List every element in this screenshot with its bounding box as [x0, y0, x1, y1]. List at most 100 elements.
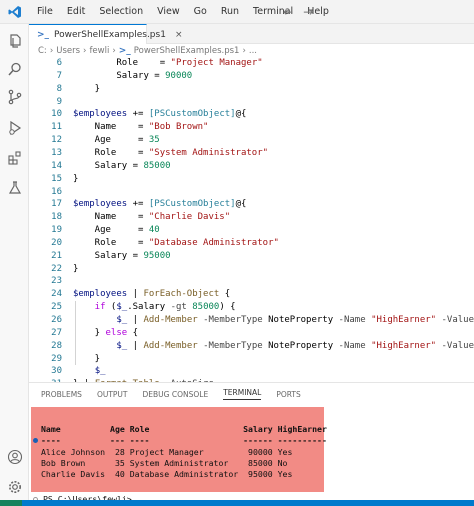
chevron-right-icon: ›: [49, 46, 54, 56]
line-number: 24: [51, 289, 62, 300]
breadcrumb-file[interactable]: PowerShellExamples.ps1: [134, 46, 240, 56]
tab-debug-console[interactable]: DEBUG CONSOLE: [143, 390, 209, 399]
line-number: 6: [56, 58, 62, 68]
menu-view[interactable]: View: [150, 0, 187, 24]
indent-guide: [75, 301, 76, 366]
terminal-table-divider: ---- --- ---- ------ ----------: [41, 435, 327, 445]
code-text: }: [73, 83, 101, 94]
activity-bar: [0, 24, 29, 500]
code-line[interactable]: 22}: [29, 263, 474, 275]
line-number: 16: [51, 186, 62, 197]
account-icon[interactable]: [4, 446, 25, 467]
code-text: $employees += [PSCustomObject]@{: [73, 199, 247, 210]
line-number: 30: [51, 366, 62, 377]
code-line[interactable]: 10 $employees += [PSCustomObject]@{: [29, 108, 474, 120]
terminal-table-header: Name Age Role Salary HighEarner: [41, 424, 327, 434]
code-line[interactable]: 21 Salary = 95000: [29, 250, 474, 262]
terminal-table-row: Bob Brown 35 System Administrator 85000 …: [41, 458, 288, 468]
line-number: 11: [51, 122, 62, 133]
tab-terminal[interactable]: TERMINAL: [223, 388, 262, 400]
extensions-icon[interactable]: [4, 147, 25, 168]
breadcrumb-drive[interactable]: C:: [38, 46, 47, 56]
code-line[interactable]: 26 $_ | Add-Member -MemberType NotePrope…: [29, 314, 474, 326]
source-control-icon[interactable]: [4, 86, 25, 107]
search-icon[interactable]: [4, 58, 25, 79]
line-number: 9: [56, 96, 62, 107]
line-number: 26: [51, 315, 62, 325]
code-line[interactable]: 7 Salary = 90000: [29, 70, 474, 82]
code-line[interactable]: 29 }: [29, 353, 474, 365]
code-line[interactable]: 27 } else {: [29, 327, 474, 339]
code-line[interactable]: 18 Name = "Charlie Davis": [29, 211, 474, 223]
line-number: 8: [56, 83, 62, 94]
code-line[interactable]: 9: [29, 96, 474, 108]
code-text: Name = "Charlie Davis": [73, 212, 231, 223]
code-text: }: [73, 263, 79, 274]
vscode-logo-icon: [0, 0, 30, 24]
code-text: Age = 40: [73, 225, 160, 236]
tab-problems[interactable]: PROBLEMS: [41, 390, 82, 399]
breadcrumb-user[interactable]: fewli: [89, 46, 109, 56]
code-line[interactable]: 17 $employees += [PSCustomObject]@{: [29, 198, 474, 210]
line-number: 17: [51, 199, 62, 210]
bottom-panel: PROBLEMS OUTPUT DEBUG CONSOLE TERMINAL P…: [29, 382, 474, 504]
code-text: if ($_.Salary -gt 85000) {: [73, 302, 236, 313]
menu-run[interactable]: Run: [214, 0, 246, 24]
back-arrow-icon[interactable]: ←: [283, 5, 293, 19]
terminal-table-row: Alice Johnson 28 Project Manager 90000 Y…: [41, 447, 293, 457]
line-number: 25: [51, 302, 62, 313]
breadcrumb-more[interactable]: ...: [249, 46, 257, 56]
line-number: 20: [51, 237, 62, 248]
menu-file[interactable]: File: [30, 0, 60, 24]
code-line[interactable]: 30 $_: [29, 365, 474, 377]
tab-label: PowerShellExamples.ps1: [54, 29, 166, 40]
code-line[interactable]: 28 $_ | Add-Member -MemberType NotePrope…: [29, 340, 474, 352]
code-line[interactable]: 11 Name = "Bob Brown": [29, 121, 474, 133]
code-text: Name = "Bob Brown": [73, 122, 209, 133]
code-text: Salary = 85000: [73, 160, 171, 171]
code-line[interactable]: 23: [29, 275, 474, 287]
powershell-file-icon: >_: [118, 46, 131, 56]
code-text: }: [73, 353, 101, 364]
code-line[interactable]: 13 Role = "System Administrator": [29, 147, 474, 159]
menu-go[interactable]: Go: [187, 0, 214, 24]
code-line[interactable]: 19 Age = 40: [29, 224, 474, 236]
forward-arrow-icon[interactable]: →: [303, 5, 313, 19]
code-line[interactable]: 15}: [29, 173, 474, 185]
code-editor[interactable]: 6 Role = "Project Manager" 7 Salary = 900…: [29, 56, 474, 382]
code-line[interactable]: 24 $employees | ForEach-Object {: [29, 288, 474, 300]
powershell-file-icon: >_: [37, 29, 50, 40]
line-number: 27: [51, 327, 62, 338]
code-text: Salary = 90000: [73, 70, 193, 81]
code-text: }: [73, 173, 79, 184]
line-number: 7: [56, 70, 62, 81]
code-line[interactable]: 12 Age = 35: [29, 134, 474, 146]
code-text: $_ | Add-Member -MemberType NoteProperty…: [116, 315, 474, 325]
tab-ports[interactable]: PORTS: [276, 390, 300, 399]
breadcrumb-users[interactable]: Users: [56, 46, 80, 56]
remote-indicator[interactable]: [0, 500, 22, 506]
code-line[interactable]: 8 }: [29, 83, 474, 95]
menu-edit[interactable]: Edit: [60, 0, 92, 24]
run-debug-icon[interactable]: [4, 117, 25, 138]
menu-selection[interactable]: Selection: [92, 0, 150, 24]
panel-tabs: PROBLEMS OUTPUT DEBUG CONSOLE TERMINAL P…: [29, 383, 474, 405]
settings-gear-icon[interactable]: [4, 476, 25, 497]
line-number: 13: [51, 147, 62, 158]
close-tab-icon[interactable]: ×: [175, 30, 183, 40]
code-line[interactable]: 20 Role = "Database Administrator": [29, 237, 474, 249]
tab-output[interactable]: OUTPUT: [97, 390, 128, 399]
code-line[interactable]: 14 Salary = 85000: [29, 160, 474, 172]
title-bar: File Edit Selection View Go Run Terminal…: [0, 0, 474, 24]
line-number: 15: [51, 173, 62, 184]
line-number: 21: [51, 250, 62, 261]
tab-powershell-examples[interactable]: >_ PowerShellExamples.ps1 ×: [29, 24, 182, 44]
code-line[interactable]: 6 Role = "Project Manager": [29, 57, 474, 69]
code-text: Role = "Project Manager": [73, 58, 263, 68]
chevron-right-icon: ›: [83, 46, 87, 56]
code-line[interactable]: 25 if ($_.Salary -gt 85000) {: [29, 301, 474, 313]
explorer-icon[interactable]: [4, 30, 25, 51]
testing-flask-icon[interactable]: [4, 177, 25, 198]
line-number: 23: [51, 276, 62, 287]
code-line[interactable]: 16: [29, 186, 474, 198]
